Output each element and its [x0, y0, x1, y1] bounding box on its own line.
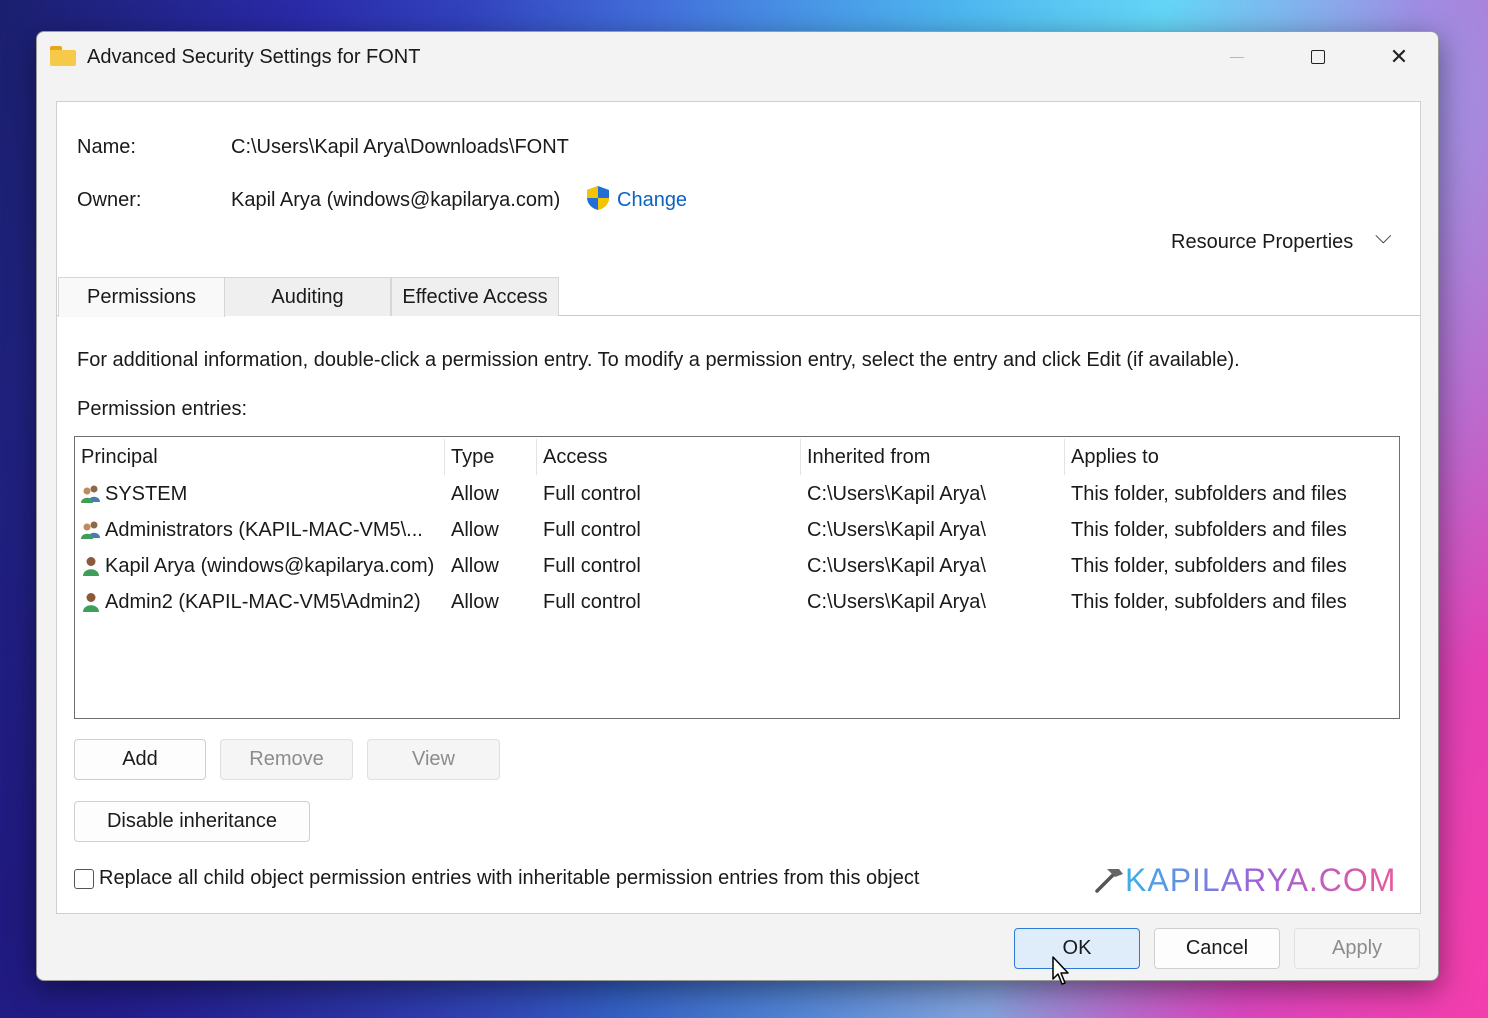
- inherited-from-cell: C:\Users\Kapil Arya\: [807, 519, 986, 541]
- principal-cell: Admin2 (KAPIL-MAC-VM5\Admin2): [105, 591, 421, 613]
- applies-to-cell: This folder, subfolders and files: [1071, 591, 1347, 613]
- minimize-button[interactable]: [1197, 32, 1277, 82]
- disable-inheritance-button[interactable]: Disable inheritance: [74, 801, 310, 842]
- permission-entries-label: Permission entries:: [77, 398, 248, 420]
- replace-child-entries-label[interactable]: Replace all child object permission entr…: [99, 867, 919, 890]
- apply-button[interactable]: Apply: [1294, 928, 1420, 969]
- column-header-inherited-from[interactable]: Inherited from: [807, 446, 930, 469]
- column-header-access[interactable]: Access: [543, 446, 607, 469]
- folder-icon: [50, 46, 76, 66]
- maximize-icon: [1311, 50, 1325, 64]
- name-value: C:\Users\Kapil Arya\Downloads\FONT: [231, 136, 569, 158]
- cancel-button[interactable]: Cancel: [1154, 928, 1280, 969]
- access-cell: Full control: [543, 483, 641, 505]
- owner-label: Owner:: [77, 189, 142, 211]
- tab-auditing[interactable]: Auditing: [224, 277, 391, 316]
- column-header-applies-to[interactable]: Applies to: [1071, 446, 1159, 469]
- owner-value: Kapil Arya (windows@kapilarya.com): [231, 189, 561, 211]
- title-bar[interactable]: Advanced Security Settings for FONT ✕: [37, 32, 1438, 82]
- mouse-cursor-icon: [1052, 956, 1069, 985]
- tab-strip: Permissions Auditing Effective Access: [57, 277, 1420, 317]
- applies-to-cell: This folder, subfolders and files: [1071, 483, 1347, 505]
- type-cell: Allow: [451, 591, 499, 613]
- close-icon: ✕: [1389, 44, 1409, 70]
- settings-panel: Name: C:\Users\Kapil Arya\Downloads\FONT…: [56, 101, 1421, 914]
- principal-cell: SYSTEM: [105, 483, 188, 505]
- access-cell: Full control: [543, 519, 641, 541]
- replace-child-entries-checkbox[interactable]: [74, 869, 94, 889]
- resource-properties-toggle[interactable]: Resource Properties: [1171, 231, 1353, 254]
- name-label: Name:: [77, 136, 136, 158]
- inherited-from-cell: C:\Users\Kapil Arya\: [807, 555, 986, 577]
- user-icon: [83, 593, 99, 612]
- add-button[interactable]: Add: [74, 739, 206, 780]
- permission-entries-list[interactable]: Principal Type Access Inherited from App…: [74, 436, 1400, 719]
- group-icon: [81, 521, 100, 539]
- principal-cell: Administrators (KAPIL-MAC-VM5\...: [105, 519, 423, 541]
- instructions-text: For additional information, double-click…: [77, 349, 1240, 371]
- type-cell: Allow: [451, 483, 499, 505]
- column-header-type[interactable]: Type: [451, 446, 494, 469]
- applies-to-cell: This folder, subfolders and files: [1071, 519, 1347, 541]
- inherited-from-cell: C:\Users\Kapil Arya\: [807, 483, 986, 505]
- chevron-down-icon[interactable]: ⌵: [1375, 224, 1392, 249]
- tab-permissions[interactable]: Permissions: [58, 277, 225, 317]
- access-cell: Full control: [543, 555, 641, 577]
- advanced-security-dialog: Advanced Security Settings for FONT ✕ Na…: [36, 31, 1439, 985]
- type-cell: Allow: [451, 555, 499, 577]
- hammer-logo-icon: [1095, 869, 1123, 893]
- access-cell: Full control: [543, 591, 641, 613]
- view-button[interactable]: View: [367, 739, 500, 780]
- ok-button[interactable]: OK: [1014, 928, 1140, 969]
- minimize-icon: [1230, 56, 1244, 58]
- kapilarya-watermark: KAPILARYA.COM: [1125, 862, 1397, 898]
- uac-shield-icon: [587, 186, 609, 210]
- type-cell: Allow: [451, 519, 499, 541]
- maximize-button[interactable]: [1278, 32, 1358, 82]
- inherited-from-cell: C:\Users\Kapil Arya\: [807, 591, 986, 613]
- principal-cell: Kapil Arya (windows@kapilarya.com): [105, 555, 435, 577]
- column-header-principal[interactable]: Principal: [81, 446, 158, 469]
- close-button[interactable]: ✕: [1359, 32, 1439, 82]
- group-icon: [81, 485, 100, 503]
- change-owner-link[interactable]: Change: [617, 189, 687, 212]
- applies-to-cell: This folder, subfolders and files: [1071, 555, 1347, 577]
- remove-button[interactable]: Remove: [220, 739, 353, 780]
- window-title: Advanced Security Settings for FONT: [87, 46, 421, 68]
- tab-effective-access[interactable]: Effective Access: [391, 277, 559, 316]
- user-icon: [83, 557, 99, 576]
